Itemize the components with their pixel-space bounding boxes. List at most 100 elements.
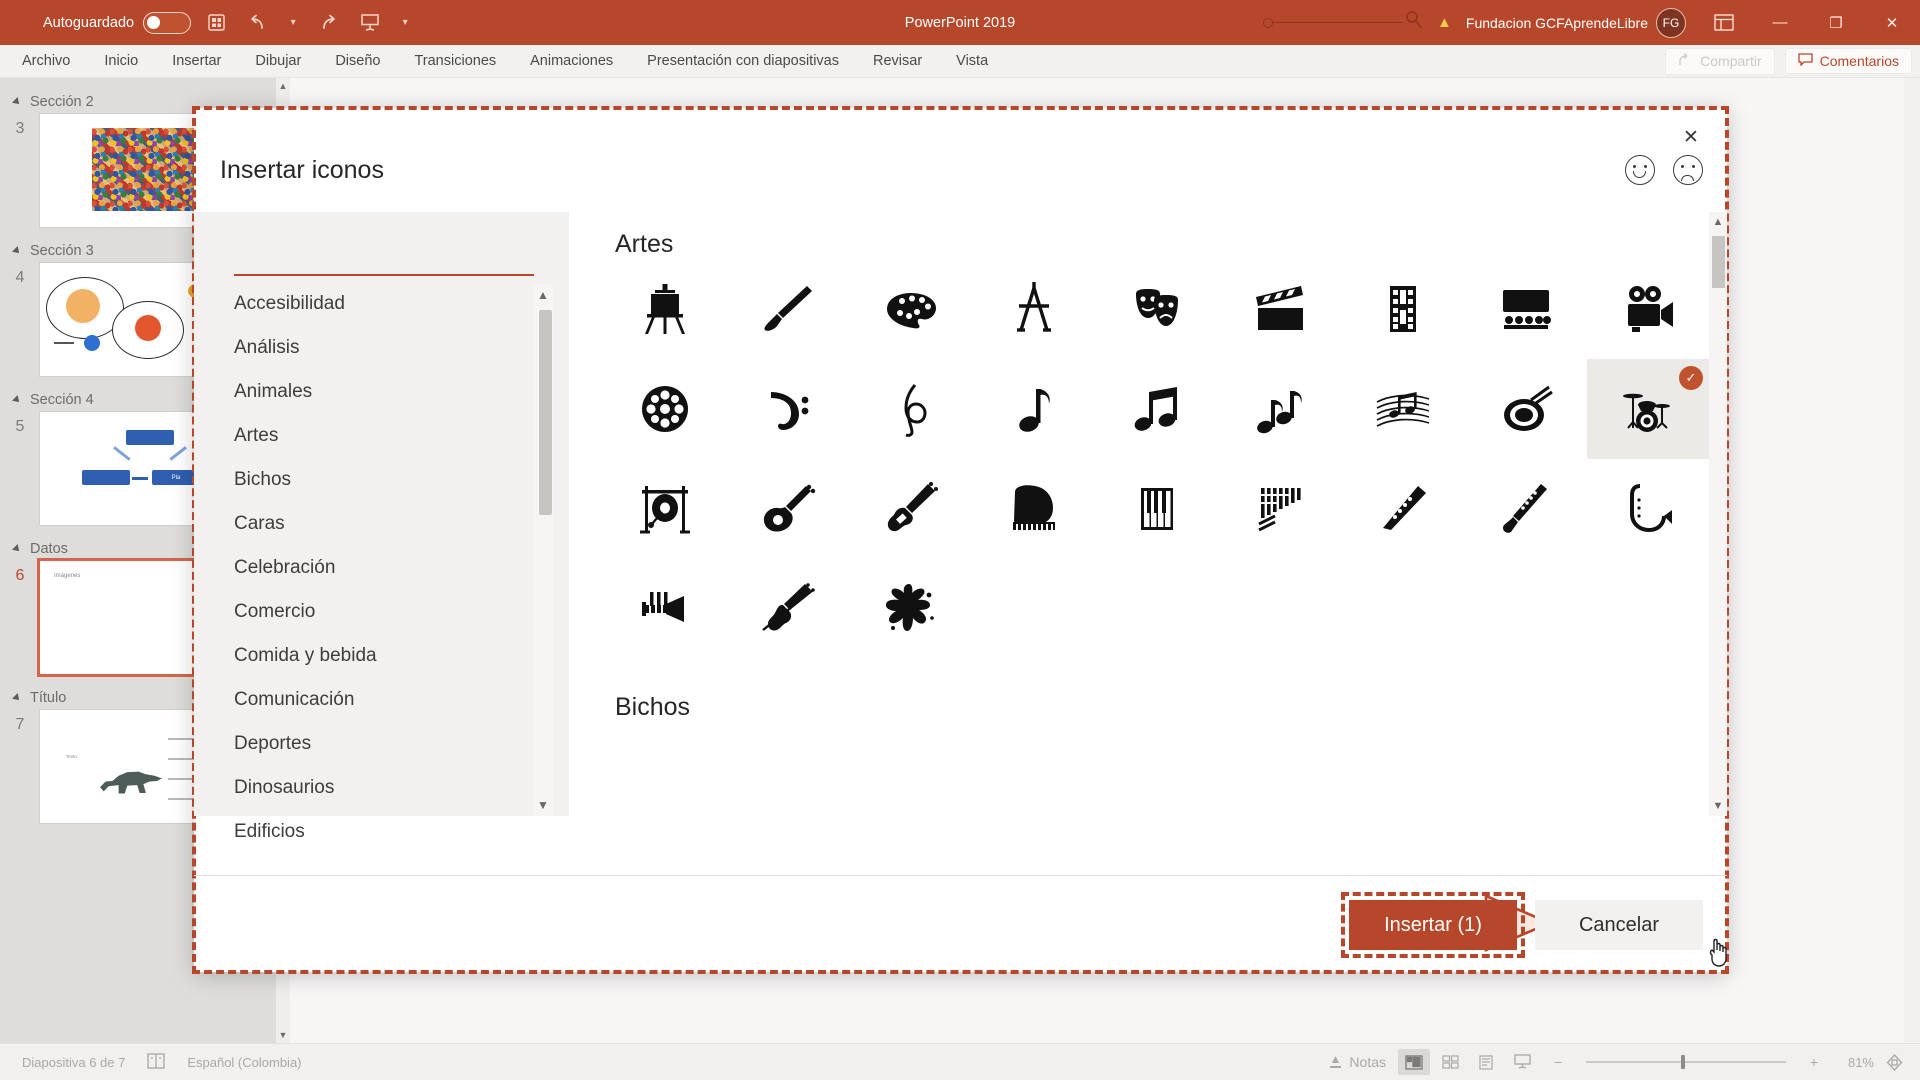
icon-grid-scrollbar[interactable]: ▲ ▼: [1709, 212, 1727, 816]
theater-masks-icon[interactable]: [1095, 259, 1218, 359]
zoom-out-button[interactable]: −: [1542, 1049, 1574, 1075]
beamed-eighth-notes-icon[interactable]: [1095, 359, 1218, 459]
cinema-seats-icon[interactable]: [1464, 259, 1587, 359]
cancel-button[interactable]: Cancelar: [1535, 900, 1703, 950]
paint-splatter-icon[interactable]: [849, 559, 972, 659]
tab-dibujar[interactable]: Dibujar: [238, 45, 318, 78]
normal-view-icon[interactable]: [1398, 1049, 1430, 1075]
category-item-dinosaurios[interactable]: Dinosaurios: [194, 766, 569, 810]
paintbrush-icon[interactable]: [726, 259, 849, 359]
restore-button[interactable]: ❐: [1808, 0, 1864, 45]
save-icon[interactable]: [199, 8, 233, 38]
tab-transiciones[interactable]: Transiciones: [397, 45, 513, 78]
music-staff-icon[interactable]: [1341, 359, 1464, 459]
flute-icon[interactable]: [1341, 459, 1464, 559]
icon-grid[interactable]: ✓: [569, 259, 1727, 659]
canvas-scrollbar[interactable]: [1904, 78, 1920, 1043]
tab-revisar[interactable]: Revisar: [856, 45, 939, 78]
autosave-toggle[interactable]: [143, 11, 192, 34]
zoom-in-button[interactable]: +: [1798, 1049, 1830, 1075]
category-item-bichos[interactable]: Bichos: [194, 458, 569, 502]
warning-icon[interactable]: ▲: [1437, 14, 1452, 31]
category-item-celebracion[interactable]: Celebración: [194, 546, 569, 590]
saxophone-icon[interactable]: [1587, 459, 1710, 559]
presentation-icon[interactable]: [353, 8, 387, 38]
reading-view-icon[interactable]: [1470, 1049, 1502, 1075]
drum-icon[interactable]: [1464, 359, 1587, 459]
grand-piano-icon[interactable]: [972, 459, 1095, 559]
category-list[interactable]: Accesibilidad Análisis Animales Artes Bi…: [194, 282, 569, 854]
movie-camera-icon[interactable]: [1587, 259, 1710, 359]
category-item-comercio[interactable]: Comercio: [194, 590, 569, 634]
accessibility-icon[interactable]: [147, 1052, 165, 1072]
category-item-accesibilidad[interactable]: Accesibilidad: [194, 282, 569, 326]
category-item-analisis[interactable]: Análisis: [194, 326, 569, 370]
close-button[interactable]: ✕: [1864, 0, 1920, 45]
language-indicator[interactable]: Español (Colombia): [187, 1055, 301, 1070]
palette-icon[interactable]: [849, 259, 972, 359]
acoustic-guitar-icon[interactable]: [726, 459, 849, 559]
violin-icon[interactable]: [726, 559, 849, 659]
scrollbar-thumb[interactable]: [1712, 236, 1725, 288]
film-strip-icon[interactable]: [1341, 259, 1464, 359]
redo-icon[interactable]: [311, 8, 345, 38]
scroll-down-icon[interactable]: ▼: [1709, 796, 1727, 816]
category-item-deportes[interactable]: Deportes: [194, 722, 569, 766]
category-item-caras[interactable]: Caras: [194, 502, 569, 546]
undo-dropdown-icon[interactable]: ▾: [283, 8, 303, 38]
drum-kit-icon[interactable]: ✓: [1587, 359, 1710, 459]
search-icon[interactable]: [1403, 9, 1425, 36]
category-item-animales[interactable]: Animales: [194, 370, 569, 414]
beamed-notes-icon[interactable]: [1218, 359, 1341, 459]
zoom-slider-knob[interactable]: [1681, 1055, 1685, 1069]
search-box[interactable]: [1263, 9, 1425, 36]
comments-button[interactable]: Comentarios: [1784, 48, 1912, 74]
scroll-up-icon[interactable]: ▲: [537, 284, 549, 306]
tab-archivo[interactable]: Archivo: [5, 45, 87, 78]
tab-vista[interactable]: Vista: [939, 45, 1005, 78]
slideshow-icon[interactable]: [1506, 1049, 1538, 1075]
tab-diseno[interactable]: Diseño: [318, 45, 397, 78]
dialog-close-button[interactable]: ✕: [1673, 120, 1709, 154]
treble-clef-icon[interactable]: [849, 359, 972, 459]
slide-sorter-icon[interactable]: [1434, 1049, 1466, 1075]
happy-face-icon[interactable]: [1625, 155, 1655, 185]
scroll-down-icon[interactable]: ▼: [276, 1027, 290, 1043]
zoom-slider[interactable]: [1586, 1055, 1786, 1069]
connector: [113, 446, 131, 461]
category-item-edificios[interactable]: Edificios: [194, 810, 569, 854]
tab-inicio[interactable]: Inicio: [87, 45, 155, 78]
easel-icon[interactable]: [603, 259, 726, 359]
pan-flute-icon[interactable]: [1218, 459, 1341, 559]
eighth-note-icon[interactable]: [972, 359, 1095, 459]
category-scrollbar-thumb[interactable]: [539, 310, 552, 515]
category-item-artes[interactable]: Artes: [194, 414, 569, 458]
fit-to-window-icon[interactable]: [1878, 1049, 1910, 1075]
electric-guitar-icon[interactable]: [849, 459, 972, 559]
scroll-up-icon[interactable]: ▲: [276, 78, 290, 94]
bass-clef-icon[interactable]: [726, 359, 849, 459]
category-item-comida-y-bebida[interactable]: Comida y bebida: [194, 634, 569, 678]
tab-presentacion[interactable]: Presentación con diapositivas: [630, 45, 856, 78]
compass-icon[interactable]: [972, 259, 1095, 359]
clapperboard-icon[interactable]: [1218, 259, 1341, 359]
clarinet-icon[interactable]: [1464, 459, 1587, 559]
more-commands-icon[interactable]: ▾: [395, 8, 415, 38]
category-item-comunicacion[interactable]: Comunicación: [194, 678, 569, 722]
undo-icon[interactable]: [241, 8, 275, 38]
share-button[interactable]: Compartir: [1665, 47, 1775, 75]
scroll-down-icon[interactable]: ▼: [537, 794, 549, 816]
tab-animaciones[interactable]: Animaciones: [513, 45, 630, 78]
minimize-button[interactable]: —: [1752, 0, 1808, 45]
insert-button[interactable]: Insertar (1): [1341, 892, 1525, 958]
tab-insertar[interactable]: Insertar: [155, 45, 238, 78]
gong-icon[interactable]: [603, 459, 726, 559]
trumpet-icon[interactable]: [603, 559, 726, 659]
piano-keys-icon[interactable]: [1095, 459, 1218, 559]
ribbon-display-options-icon[interactable]: [1696, 0, 1752, 45]
notes-button[interactable]: Notas: [1320, 1049, 1394, 1075]
film-reel-icon[interactable]: [603, 359, 726, 459]
scroll-up-icon[interactable]: ▲: [1709, 212, 1727, 232]
sad-face-icon[interactable]: [1673, 155, 1703, 185]
avatar[interactable]: FG: [1656, 7, 1686, 38]
